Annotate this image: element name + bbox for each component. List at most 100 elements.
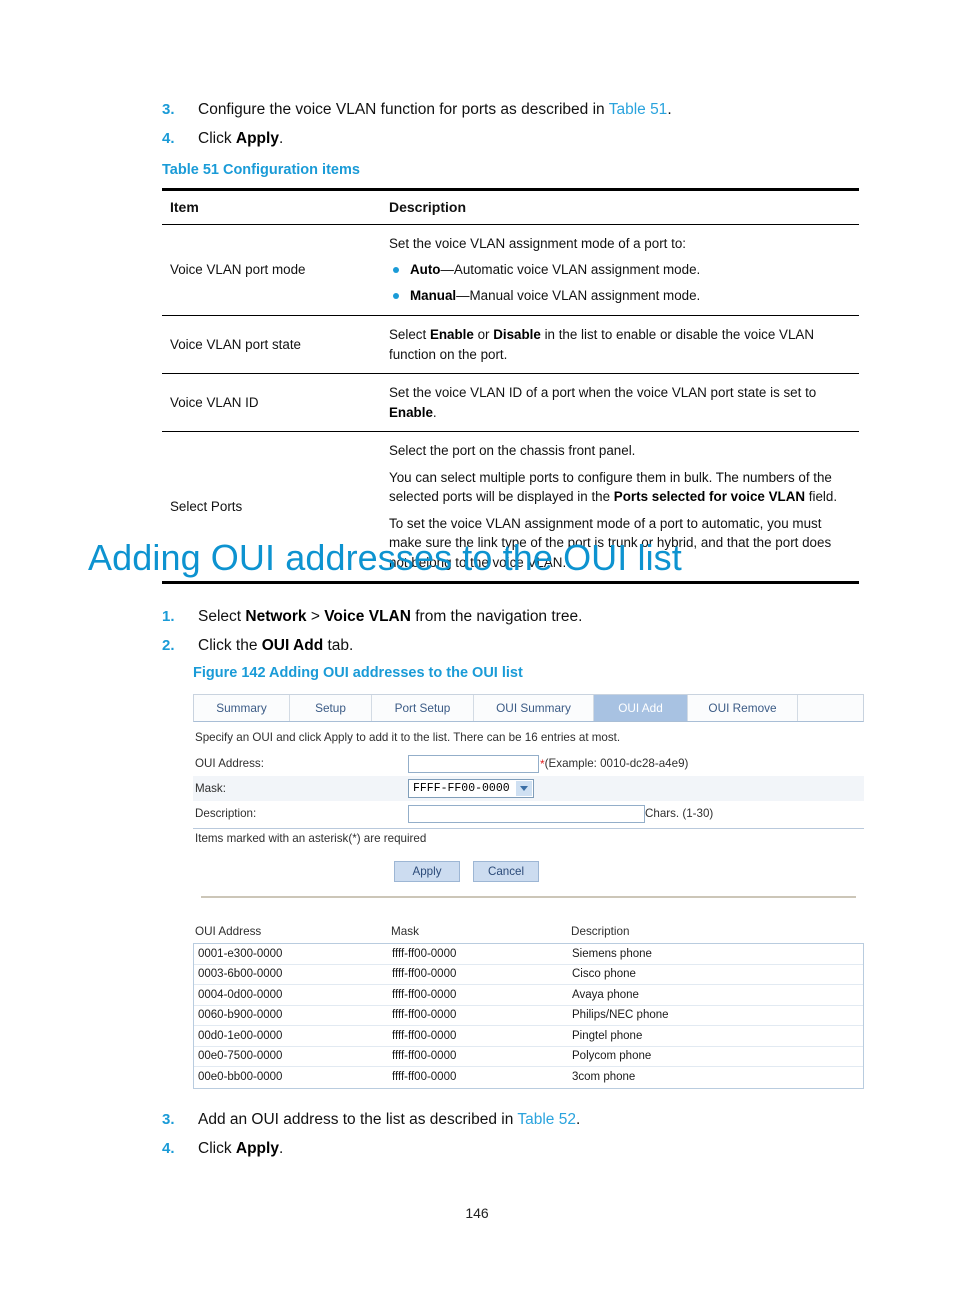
step-text: Configure the voice VLAN function for po… xyxy=(198,100,672,120)
description-input[interactable] xyxy=(408,804,645,823)
oui-address-input[interactable] xyxy=(408,754,539,773)
document-page: 3. Configure the voice VLAN function for… xyxy=(0,0,954,1296)
list-item: Manual—Manual voice VLAN assignment mode… xyxy=(389,286,853,306)
cell-description: Siemens phone xyxy=(572,947,652,960)
page-number: 146 xyxy=(465,1205,489,1221)
list-item: Auto—Automatic voice VLAN assignment mod… xyxy=(389,260,853,280)
row-description: Set the voice VLAN assignment mode of a … xyxy=(381,224,859,316)
required-note: Items marked with an asterisk(*) are req… xyxy=(195,832,427,845)
cell-mask: ffff-ff00-0000 xyxy=(392,988,457,1001)
cell-oui-address: 0004-0d00-0000 xyxy=(198,988,283,1001)
step-bold-term: Apply xyxy=(235,1140,279,1157)
step-text-part: . xyxy=(278,130,284,147)
step-bold-term: Network xyxy=(245,608,307,625)
step-text-part: tab. xyxy=(323,637,354,654)
table-header: Item Description xyxy=(162,189,859,224)
column-header-description: Description xyxy=(389,199,467,215)
tab-bar-filler xyxy=(798,695,863,721)
step-item: 3. Configure the voice VLAN function for… xyxy=(162,100,862,120)
tab-oui-summary[interactable]: OUI Summary xyxy=(474,695,594,721)
step-number: 4. xyxy=(162,1140,175,1157)
table-row[interactable]: 00d0-1e00-0000 ffff-ff00-0000 Pingtel ph… xyxy=(194,1026,863,1047)
desc-paragraph: Select the port on the chassis front pan… xyxy=(389,443,636,458)
step-number: 4. xyxy=(162,130,175,147)
apply-button[interactable]: Apply xyxy=(394,861,460,882)
desc-bold: Enable xyxy=(429,327,474,342)
desc-part: or xyxy=(473,327,494,342)
step-item: 3. Add an OUI address to the list as des… xyxy=(162,1110,862,1130)
cell-mask: ffff-ff00-0000 xyxy=(392,1071,457,1084)
panel-instruction: Specify an OUI and click Apply to add it… xyxy=(195,731,621,744)
cell-description: Polycom phone xyxy=(572,1050,652,1063)
step-text-part: Configure the voice VLAN function for po… xyxy=(198,101,609,118)
step-item: 4. Click Apply. xyxy=(162,129,862,149)
cell-description: 3com phone xyxy=(572,1071,636,1084)
oui-list-section: OUI Address Mask Description 0001-e300-0… xyxy=(193,898,864,1089)
step-item: 2. Click the OUI Add tab. xyxy=(162,636,862,656)
step-item: 1. Select Network > Voice VLAN from the … xyxy=(162,607,862,627)
desc-part: field. xyxy=(805,489,838,504)
tab-summary[interactable]: Summary xyxy=(194,695,290,721)
voice-vlan-oui-add-panel: Summary Setup Port Setup OUI Summary OUI… xyxy=(193,694,864,1089)
mode-bullet-list: Auto—Automatic voice VLAN assignment mod… xyxy=(389,260,853,306)
tab-port-setup[interactable]: Port Setup xyxy=(372,695,474,721)
table-row[interactable]: 0004-0d00-0000 ffff-ff00-0000 Avaya phon… xyxy=(194,985,863,1006)
step-text-part: Select xyxy=(198,608,246,625)
table-row[interactable]: 0003-6b00-0000 ffff-ff00-0000 Cisco phon… xyxy=(194,965,863,985)
column-header-oui-address: OUI Address xyxy=(195,925,262,938)
cross-reference-link[interactable]: Table 51 xyxy=(609,101,668,118)
row-description: Select Enable or Disable in the list to … xyxy=(381,316,859,374)
desc-paragraph: You can select multiple ports to configu… xyxy=(389,468,853,507)
desc-part: Select xyxy=(389,327,430,342)
step-bold-term: OUI Add xyxy=(261,637,324,654)
cell-oui-address: 0001-e300-0000 xyxy=(198,947,283,960)
form-row-mask: Mask: FFFF-FF00-0000 xyxy=(193,776,864,801)
table-row[interactable]: 00e0-7500-0000 ffff-ff00-0000 Polycom ph… xyxy=(194,1047,863,1067)
step-text-part: Click xyxy=(198,130,236,147)
cell-oui-address: 00e0-bb00-0000 xyxy=(198,1071,283,1084)
cell-description: Philips/NEC phone xyxy=(572,1009,669,1022)
tab-setup[interactable]: Setup xyxy=(290,695,372,721)
step-number: 2. xyxy=(162,637,175,654)
step-text-part: . xyxy=(575,1111,581,1128)
description-chars-hint: Chars. (1-30) xyxy=(645,807,714,820)
oui-list-header: OUI Address Mask Description xyxy=(193,925,864,943)
table-row[interactable]: 0001-e300-0000 ffff-ff00-0000 Siemens ph… xyxy=(194,944,863,965)
mask-select[interactable]: FFFF-FF00-0000 xyxy=(408,779,534,798)
description-intro: Set the voice VLAN assignment mode of a … xyxy=(389,235,686,251)
bullet-term: Manual xyxy=(410,288,457,303)
table-row[interactable]: 00e0-bb00-0000 ffff-ff00-0000 3com phone xyxy=(194,1067,863,1088)
desc-bold: Ports selected for voice VLAN xyxy=(613,489,806,504)
row-item-label: Voice VLAN ID xyxy=(170,394,259,410)
desc-part: . xyxy=(432,404,437,420)
cross-reference-link[interactable]: Table 52 xyxy=(517,1111,576,1128)
step-text-part: . xyxy=(667,101,672,118)
chevron-down-icon[interactable] xyxy=(516,781,532,796)
desc-bold: Enable xyxy=(389,404,433,420)
step-number: 1. xyxy=(162,608,175,625)
cell-description: Avaya phone xyxy=(572,988,639,1001)
column-header-item: Item xyxy=(170,199,199,215)
row-item-label: Voice VLAN port state xyxy=(170,336,302,352)
mask-selected-value: FFFF-FF00-0000 xyxy=(413,782,510,795)
cell-oui-address: 0060-b900-0000 xyxy=(198,1009,283,1022)
step-text: Add an OUI address to the list as descri… xyxy=(198,1110,580,1130)
tab-oui-add[interactable]: OUI Add xyxy=(594,695,688,721)
table-row[interactable]: 0060-b900-0000 ffff-ff00-0000 Philips/NE… xyxy=(194,1006,863,1026)
configuration-items-table: Item Description Voice VLAN port mode Se… xyxy=(162,188,859,584)
step-text-part: from the navigation tree. xyxy=(410,608,583,625)
cell-mask: ffff-ff00-0000 xyxy=(392,1029,457,1042)
desc-part: Set the voice VLAN ID of a port when the… xyxy=(389,385,817,400)
page-title: Adding OUI addresses to the OUI list xyxy=(88,537,682,578)
step-text: Select Network > Voice VLAN from the nav… xyxy=(198,607,582,627)
oui-address-label: OUI Address: xyxy=(195,757,264,770)
desc-bold: Disable xyxy=(493,327,541,342)
step-number: 3. xyxy=(162,1111,175,1128)
step-number: 3. xyxy=(162,101,175,118)
tab-bar: Summary Setup Port Setup OUI Summary OUI… xyxy=(193,694,864,722)
cancel-button[interactable]: Cancel xyxy=(473,861,539,882)
tab-oui-remove[interactable]: OUI Remove xyxy=(688,695,798,721)
cell-oui-address: 00e0-7500-0000 xyxy=(198,1050,283,1063)
form-row-oui-address: OUI Address: * (Example: 0010-dc28-a4e9) xyxy=(193,751,864,776)
oui-list-table: 0001-e300-0000 ffff-ff00-0000 Siemens ph… xyxy=(193,943,864,1089)
